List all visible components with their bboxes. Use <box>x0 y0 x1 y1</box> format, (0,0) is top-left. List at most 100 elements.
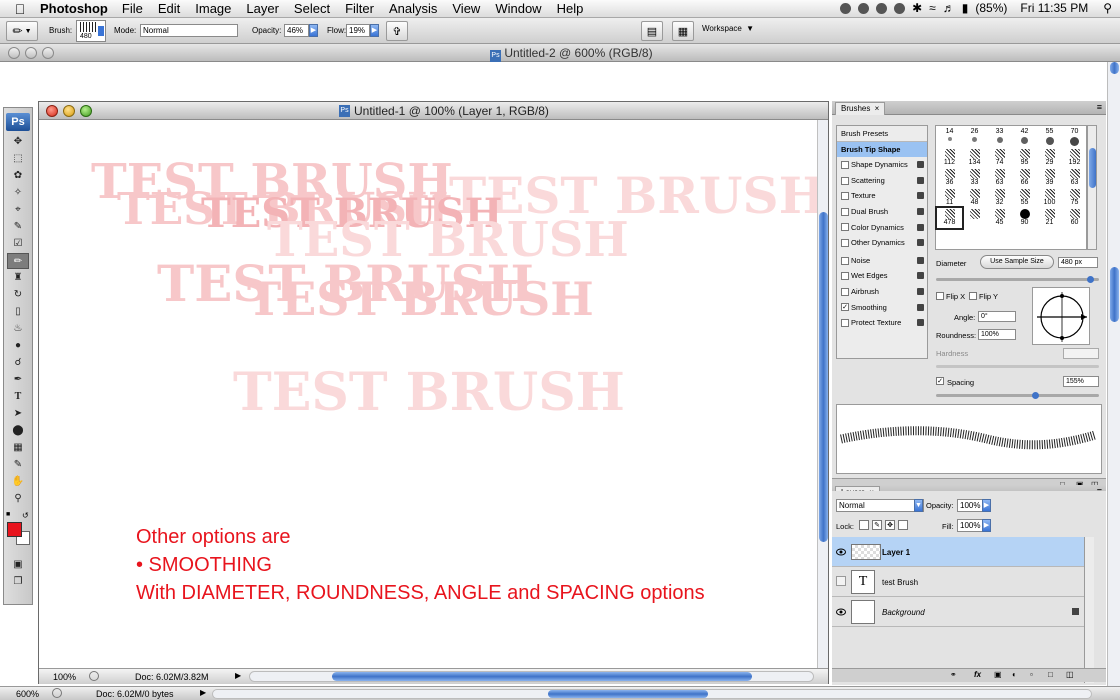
tool-preset-picker[interactable]: ✏ ▼ <box>6 21 38 41</box>
brush-tip-preset[interactable]: 29 <box>1037 148 1062 168</box>
notes-tool-icon[interactable]: ▦ <box>7 440 29 456</box>
spacing-slider[interactable] <box>936 392 1099 399</box>
doc2-zoom[interactable]: 600% <box>16 689 39 699</box>
brush-tip-preset[interactable]: 95 <box>1012 148 1037 168</box>
dodge-tool-icon[interactable]: ☌ <box>7 355 29 371</box>
lock-icon[interactable] <box>917 256 924 264</box>
app-menu[interactable]: Photoshop <box>40 1 108 16</box>
default-colors-icon[interactable]: ■ <box>6 511 10 518</box>
brush-tip-preset[interactable]: 60 <box>1062 208 1087 228</box>
lock-position-icon[interactable]: ✥ <box>885 520 895 530</box>
wifi-icon[interactable]: ≈ <box>929 1 936 15</box>
forward-icon[interactable] <box>876 2 888 14</box>
opacity-slider-button[interactable]: ▶ <box>309 24 318 37</box>
brush-tip-preset[interactable]: 33 <box>987 128 1012 148</box>
lock-icon[interactable] <box>917 303 924 311</box>
zoom-icon[interactable] <box>42 47 54 59</box>
roundness-input[interactable]: 100% <box>978 329 1016 340</box>
layer-row[interactable]: Layer 1 <box>832 537 1094 567</box>
close-icon[interactable] <box>8 47 20 59</box>
layer-row[interactable]: Background <box>832 597 1094 627</box>
opacity-input[interactable]: 46% <box>284 24 309 37</box>
blur-tool-icon[interactable]: ● <box>7 338 29 354</box>
slice-tool-icon[interactable]: ✎ <box>7 219 29 235</box>
layer-opacity-slider-button[interactable]: ▶ <box>982 499 991 512</box>
brush-tip-preset[interactable]: 55 <box>1037 128 1062 148</box>
photoshop-logo-icon[interactable]: Ps <box>6 113 30 131</box>
eyedropper-tool-icon[interactable]: ✎ <box>7 457 29 473</box>
spacing-slider-knob[interactable] <box>1032 392 1040 399</box>
palette-well-button[interactable]: ▤ <box>641 21 663 41</box>
checkbox[interactable] <box>841 223 849 232</box>
foreground-color-swatch[interactable] <box>7 522 22 537</box>
checkbox[interactable] <box>841 272 849 281</box>
brush-option-2[interactable]: Shape Dynamics <box>837 157 927 173</box>
brush-tip-preset[interactable]: 63 <box>1062 168 1087 188</box>
brush-tip-preset[interactable]: 134 <box>962 148 987 168</box>
hand-tool-icon[interactable]: ✋ <box>7 474 29 490</box>
spacing-checkbox[interactable]: ✓ <box>936 377 944 385</box>
new-layer-icon[interactable]: □ <box>1048 670 1053 679</box>
doc2-doc-info[interactable]: Doc: 6.02M/0 bytes <box>96 689 174 699</box>
panel-menu-icon[interactable]: ≡ <box>1097 102 1102 112</box>
menu-help[interactable]: Help <box>557 1 584 16</box>
doc1-hscroll-thumb[interactable] <box>332 672 752 681</box>
new-group-icon[interactable]: ▫ <box>1030 670 1033 679</box>
doc2-vscroll-top-thumb[interactable] <box>1110 62 1119 74</box>
lock-icon[interactable] <box>917 176 924 184</box>
brush-tip-preset[interactable]: 33 <box>962 168 987 188</box>
lock-icon[interactable] <box>917 192 924 200</box>
checkbox[interactable] <box>841 287 849 296</box>
visibility-toggle[interactable] <box>836 576 846 586</box>
lock-icon[interactable] <box>917 207 924 215</box>
layer-row[interactable]: T test Brush <box>832 567 1094 597</box>
layer-style-icon[interactable]: fx <box>974 670 981 679</box>
minimize-icon[interactable] <box>63 105 75 117</box>
airbrush-toggle[interactable]: ✞ <box>386 21 408 41</box>
brush-option-0[interactable]: Brush Presets <box>837 126 927 142</box>
brush-option-9[interactable]: Wet Edges <box>837 268 927 284</box>
apple-menu-icon[interactable]:  <box>0 1 40 17</box>
rewind-icon[interactable] <box>840 2 852 14</box>
lock-icon[interactable] <box>917 272 924 280</box>
checkbox[interactable] <box>841 207 849 216</box>
adjustment-layer-icon[interactable]: ◐ <box>1012 670 1017 679</box>
brush-tip-preset[interactable]: 66 <box>1012 168 1037 188</box>
swap-colors-icon[interactable]: ↺ <box>22 511 29 520</box>
menu-file[interactable]: File <box>122 1 143 16</box>
hardness-slider[interactable] <box>936 365 1099 368</box>
fill-slider-button[interactable]: ▶ <box>982 519 991 532</box>
bluetooth-icon[interactable]: ✱ <box>912 1 922 15</box>
doc1-vscroll-thumb[interactable] <box>819 212 828 542</box>
healing-brush-tool-icon[interactable]: ☑ <box>7 236 29 252</box>
zoom-icon[interactable] <box>80 105 92 117</box>
menu-analysis[interactable]: Analysis <box>389 1 437 16</box>
blend-mode-select[interactable]: Normal <box>836 499 924 512</box>
brush-tip-preset[interactable]: 39 <box>1037 168 1062 188</box>
doc2-vscroll-thumb[interactable] <box>1110 267 1119 322</box>
mode-select[interactable]: Normal <box>140 24 238 37</box>
brush-tip-preset[interactable]: 55 <box>1012 188 1037 208</box>
link-layers-icon[interactable]: ⚭ <box>950 670 957 679</box>
lock-transparency-icon[interactable] <box>859 520 869 530</box>
trash-icon[interactable]: ◫ <box>1066 670 1074 679</box>
brush-option-5[interactable]: Dual Brush <box>837 204 927 220</box>
menu-clock[interactable]: Fri 11:35 PM <box>1020 1 1088 15</box>
checkbox[interactable] <box>841 176 849 185</box>
layers-scrollbar[interactable] <box>1084 537 1094 683</box>
layer-opacity-input[interactable]: 100% <box>957 499 983 512</box>
doc1-doc-info[interactable]: Doc: 6.02M/3.82M <box>135 672 209 682</box>
brush-tip-preset[interactable]: 36 <box>937 168 962 188</box>
hardness-input[interactable] <box>1063 348 1099 359</box>
brush-tip-preset[interactable]: 70 <box>1062 128 1087 148</box>
brush-option-8[interactable]: Noise <box>837 253 927 269</box>
battery-icon[interactable]: ▮ <box>962 1 969 15</box>
add-mask-icon[interactable]: ▣ <box>994 670 1002 679</box>
menu-filter[interactable]: Filter <box>345 1 374 16</box>
brush-tip-preset[interactable]: 90 <box>1012 208 1037 228</box>
zoom-tool-icon[interactable]: ⚲ <box>7 491 29 507</box>
blend-mode-dropdown-icon[interactable]: ▼ <box>914 499 923 512</box>
brush-option-12[interactable]: Protect Texture <box>837 315 927 331</box>
lock-icon[interactable] <box>917 319 924 327</box>
brush-picker[interactable]: 480 <box>76 20 106 42</box>
